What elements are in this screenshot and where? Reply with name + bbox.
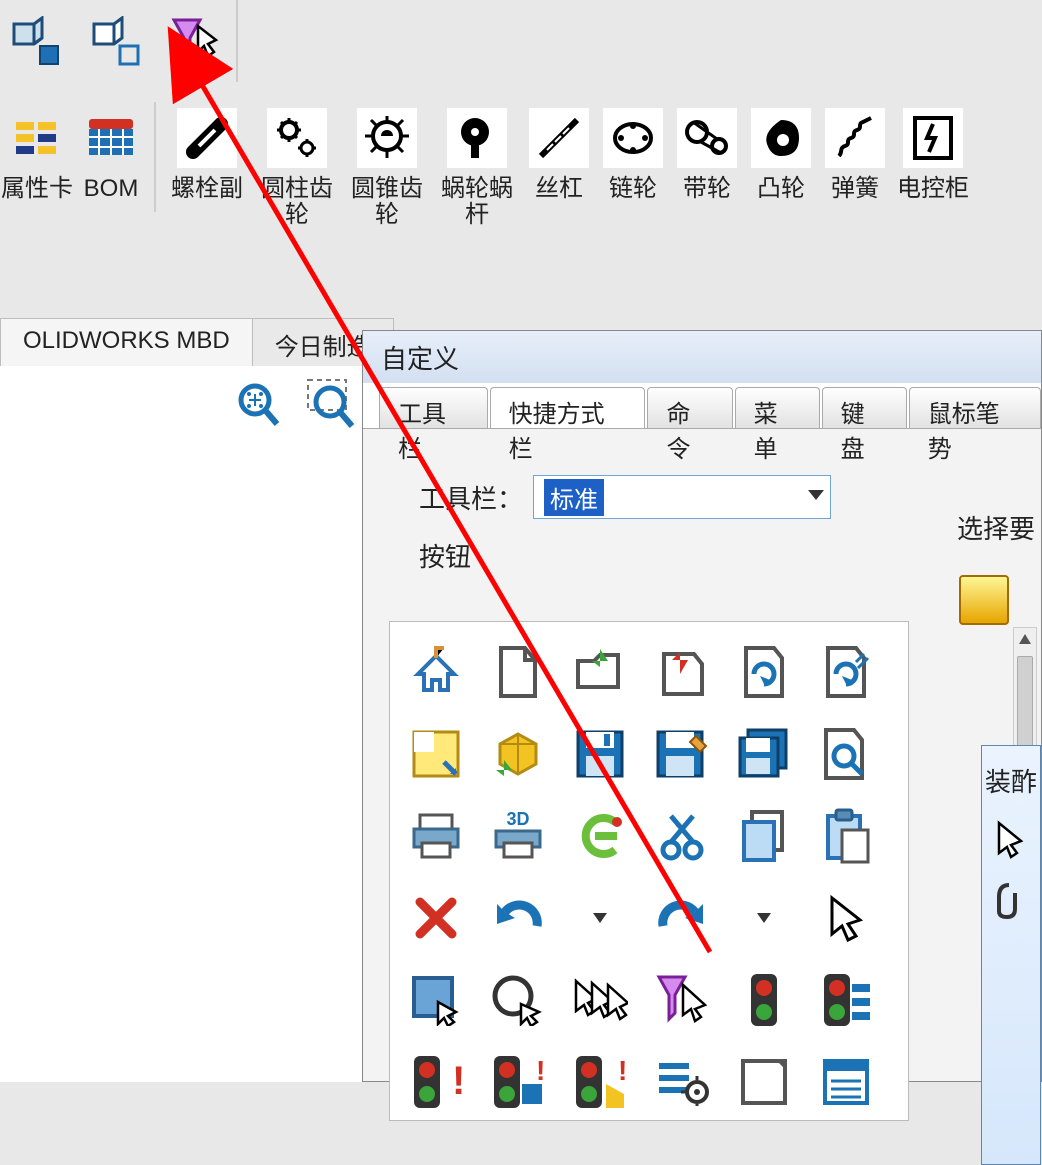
undo-icon[interactable]	[478, 878, 558, 958]
preview-panel: 装酢	[981, 745, 1041, 1165]
ribbon-item-spring[interactable]: 弹簧	[818, 92, 892, 242]
ribbon-label: 蜗轮蜗 杆	[432, 176, 522, 228]
traffic-light-icon[interactable]	[724, 960, 804, 1040]
quickbar-separator	[236, 0, 238, 82]
ribbon-label: 电控柜	[892, 176, 974, 202]
paste-icon[interactable]	[806, 796, 886, 876]
document-tabs: OLIDWORKS MBD 今日制造	[0, 318, 394, 371]
zoom-area-icon[interactable]	[304, 378, 359, 433]
ribbon-label: 丝杠	[522, 176, 596, 202]
ribbon-label: 圆柱齿 轮	[252, 176, 342, 228]
ribbon-item-lead-screw[interactable]: 丝杠	[522, 92, 596, 242]
new-document-icon[interactable]	[478, 632, 558, 712]
delete-icon[interactable]	[396, 878, 476, 958]
zoom-fit-icon[interactable]	[231, 378, 286, 433]
reload-fast-icon[interactable]	[806, 632, 886, 712]
cut-icon[interactable]	[642, 796, 722, 876]
side-select-label: 选择要	[957, 509, 1035, 546]
dialog-tab-commands[interactable]: 命令	[647, 387, 732, 428]
save-icon[interactable]	[560, 714, 640, 794]
ribbon-item-worm[interactable]: 蜗轮蜗 杆	[432, 92, 522, 242]
ribbon-item-prop-card[interactable]: 属性卡	[0, 92, 74, 242]
customize-dialog: 自定义 工具栏 快捷方式栏 命令 菜单 键盘 鼠标笔势 工具栏： 标准 按钮	[362, 330, 1042, 1082]
selection-free-icon[interactable]	[478, 960, 558, 1040]
ribbon-item-bolt[interactable]: 螺栓副	[162, 92, 252, 242]
selection-filter-button[interactable]	[166, 12, 226, 72]
command-ribbon: 属性卡 BOM 螺栓副 圆柱齿 轮 圆锥齿 轮	[0, 92, 1042, 242]
ribbon-item-bom[interactable]: BOM	[74, 92, 148, 242]
dialog-tabs: 工具栏 快捷方式栏 命令 菜单 键盘 鼠标笔势	[363, 383, 1041, 429]
reload-icon[interactable]	[724, 632, 804, 712]
quick-access-bar	[0, 0, 238, 84]
dialog-tab-mouse[interactable]: 鼠标笔势	[909, 387, 1041, 428]
ribbon-item-cam[interactable]: 凸轮	[744, 92, 818, 242]
viewport-tools	[231, 378, 359, 433]
copy-icon[interactable]	[724, 796, 804, 876]
ribbon-label: 属性卡	[0, 176, 74, 202]
open-folder-icon[interactable]	[560, 632, 640, 712]
ribbon-label: 带轮	[670, 176, 744, 202]
recent-document-icon[interactable]	[642, 632, 722, 712]
selection-filter-icon[interactable]	[642, 960, 722, 1040]
select-multiple-icon[interactable]	[560, 960, 640, 1040]
svg-text:!: !	[618, 1055, 627, 1086]
ribbon-item-bevel-gear[interactable]: 圆锥齿 轮	[342, 92, 432, 242]
traffic-light-config-icon[interactable]	[806, 960, 886, 1040]
ribbon-item-sprocket[interactable]: 链轮	[596, 92, 670, 242]
toggle-display-pane-button[interactable]	[6, 12, 66, 72]
svg-text:3D: 3D	[506, 809, 529, 829]
graphics-viewport[interactable]	[0, 366, 370, 1082]
find-icon[interactable]	[806, 714, 886, 794]
save-all-icon[interactable]	[724, 714, 804, 794]
redo-icon[interactable]	[642, 878, 722, 958]
toggle-display-panel-button[interactable]	[86, 12, 146, 72]
edrawings-icon[interactable]	[560, 796, 640, 876]
dialog-tab-keyboard[interactable]: 键盘	[822, 387, 907, 428]
toolbar-dropdown[interactable]: 标准	[533, 475, 831, 519]
ribbon-item-electric-cabinet[interactable]: 电控柜	[892, 92, 974, 242]
dialog-tab-toolbar[interactable]: 工具栏	[379, 387, 488, 428]
redo-dropdown-icon[interactable]	[724, 878, 804, 958]
svg-text:!: !	[536, 1055, 545, 1086]
ribbon-item-pulley[interactable]: 带轮	[670, 92, 744, 242]
ribbon-label: 弹簧	[818, 176, 892, 202]
home-icon[interactable]	[396, 632, 476, 712]
dialog-title: 自定义	[363, 331, 1041, 383]
cursor-icon	[993, 819, 1029, 859]
dialog-tab-shortcuts[interactable]: 快捷方式栏	[490, 387, 646, 428]
preview-panel-label: 装酢	[985, 762, 1037, 799]
ribbon-item-spur-gear[interactable]: 圆柱齿 轮	[252, 92, 342, 242]
save-as-icon[interactable]	[642, 714, 722, 794]
svg-text:!: !	[452, 1059, 462, 1103]
tab-solidworks-mbd[interactable]: OLIDWORKS MBD	[0, 318, 253, 371]
toolbar-dropdown-value: 标准	[544, 479, 604, 516]
scrollbar-up-icon[interactable]	[1014, 628, 1036, 650]
part-icon[interactable]	[959, 575, 1009, 625]
undo-dropdown-icon[interactable]	[560, 878, 640, 958]
select-cursor-icon[interactable]	[806, 878, 886, 958]
dialog-tab-menu[interactable]: 菜单	[735, 387, 820, 428]
clip-icon	[993, 879, 1029, 919]
buttons-header: 按钮	[419, 537, 1025, 574]
ribbon-label: 链轮	[596, 176, 670, 202]
ribbon-label: 凸轮	[744, 176, 818, 202]
make-assembly-icon[interactable]	[478, 714, 558, 794]
buttons-panel: 3D ! !	[389, 621, 909, 1121]
toolbar-label: 工具栏：	[419, 479, 523, 516]
ribbon-label: 螺栓副	[162, 176, 252, 202]
welcome-icon[interactable]	[396, 714, 476, 794]
ribbon-label: 圆锥齿 轮	[342, 176, 432, 228]
print3d-icon[interactable]: 3D	[478, 796, 558, 876]
chevron-down-icon	[808, 490, 824, 500]
ribbon-separator	[154, 102, 156, 212]
buttons-grid: 3D ! !	[390, 622, 908, 1121]
print-icon[interactable]	[396, 796, 476, 876]
selection-rect-icon[interactable]	[396, 960, 476, 1040]
ribbon-label: BOM	[74, 176, 148, 202]
